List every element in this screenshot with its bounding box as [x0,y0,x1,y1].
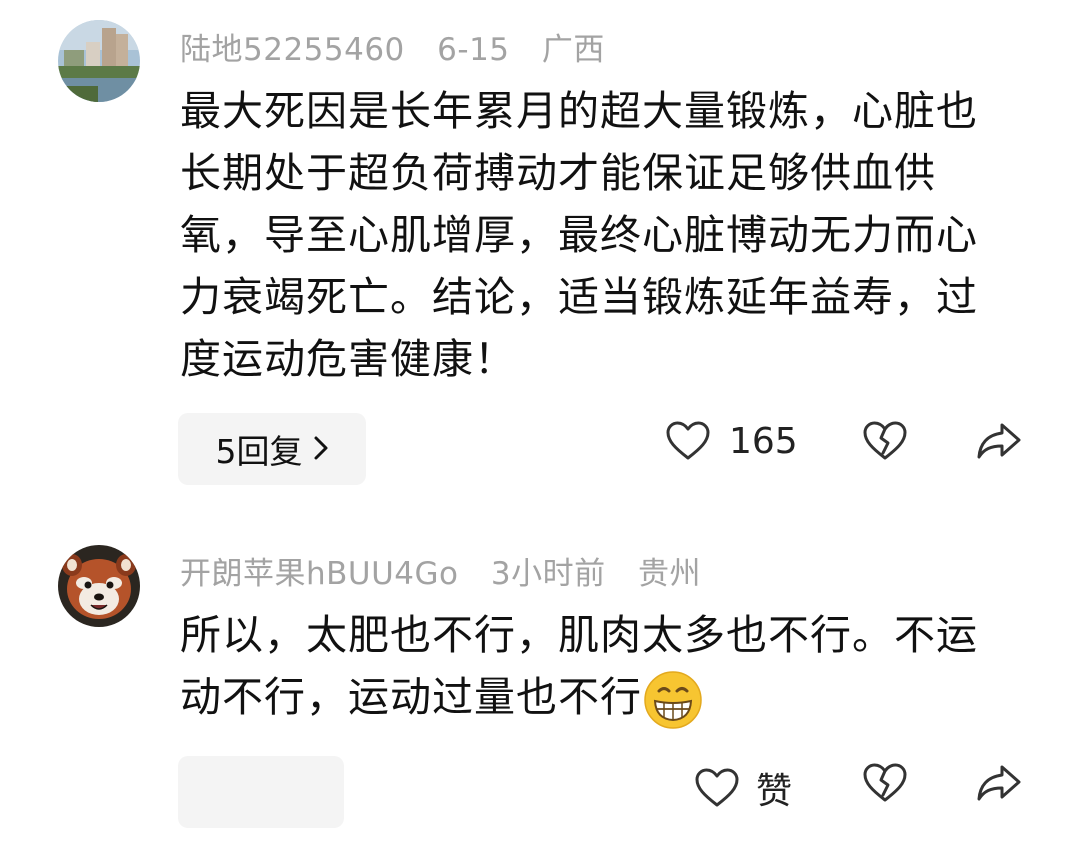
heart-outline-icon [665,420,711,462]
username[interactable]: 陆地52255460 [180,32,405,68]
broken-heart-icon [862,762,908,804]
share-arrow-icon [975,420,1023,462]
like-label: 赞 [756,771,793,812]
comment-actions: 165 [0,420,1080,480]
dislike-button[interactable] [862,420,908,462]
share-button[interactable] [975,420,1023,462]
comment-text-content: 所以，太肥也不行，肌肉太多也不行。不运动不行，运动过量也不行 [180,611,978,721]
grinning-face-emoji [642,669,704,731]
broken-heart-icon [862,420,908,462]
comment-text: 最大死因是长年累月的超大量锻炼，心脏也长期处于超负荷搏动才能保证足够供血供氧，导… [180,87,978,383]
like-button[interactable]: 赞 [694,762,792,814]
username[interactable]: 开朗苹果hBUU4Go [180,556,459,592]
heart-outline-icon [694,767,740,809]
comment-date: 6-15 [437,32,510,68]
comment-location: 广西 [541,32,605,68]
comment-actions: 赞 [0,762,1080,822]
dislike-button[interactable] [862,762,908,804]
share-button[interactable] [975,762,1023,804]
comment-location: 贵州 [637,556,701,592]
comment-date: 3小时前 [490,556,606,592]
like-count: 165 [729,420,798,462]
like-button[interactable]: 165 [665,420,798,462]
comment-meta: 开朗苹果hBUU4Go 3小时前 贵州 [180,548,723,593]
comment-text: 所以，太肥也不行，肌肉太多也不行。不运动不行，运动过量也不行 [180,604,1010,731]
share-arrow-icon [975,762,1023,804]
avatar[interactable] [58,20,140,102]
avatar[interactable] [58,545,140,627]
comment-meta: 陆地52255460 6-15 广西 [180,24,627,69]
